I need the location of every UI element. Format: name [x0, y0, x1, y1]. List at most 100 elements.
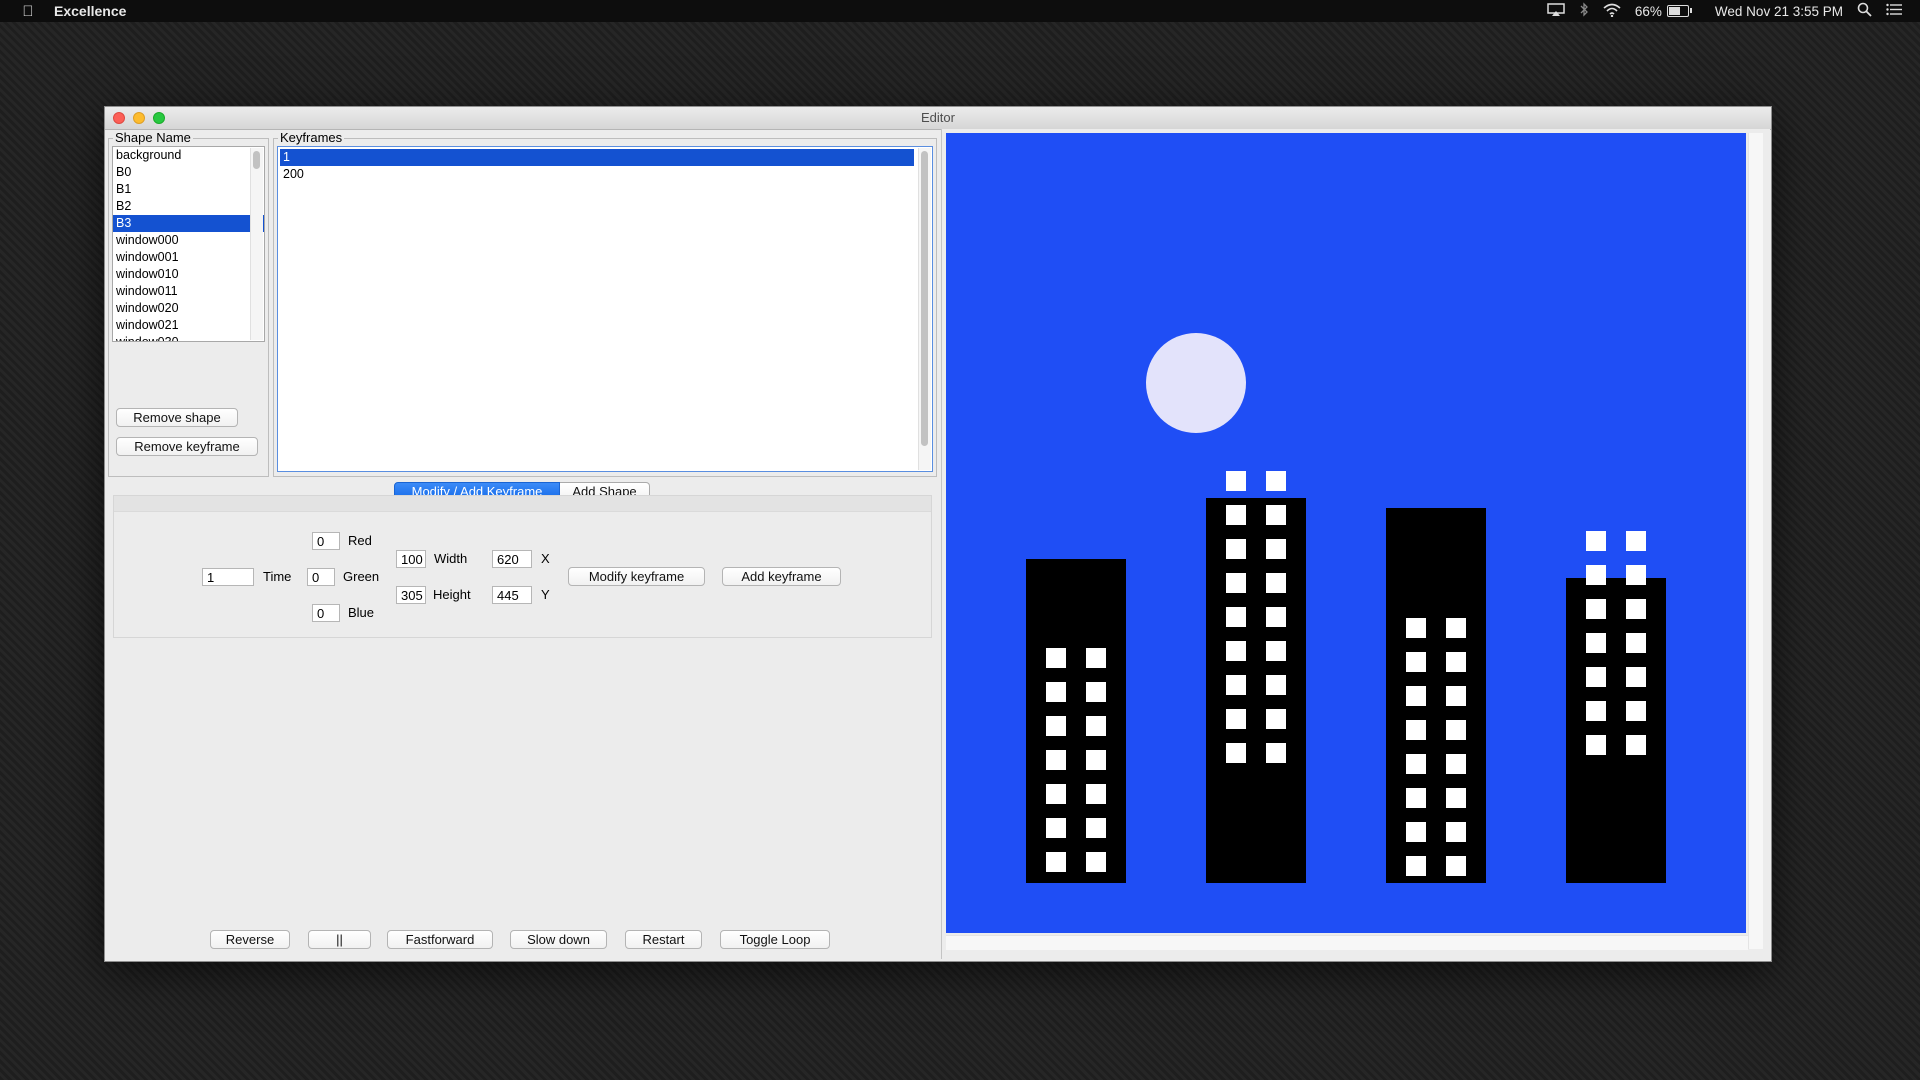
shape-list-scrollbar[interactable]	[250, 148, 263, 340]
building-window	[1046, 818, 1066, 838]
keyframe-list-scrollbar[interactable]	[918, 148, 931, 470]
animation-canvas-area	[941, 129, 1770, 959]
canvas-vertical-scrollbar[interactable]	[1748, 133, 1763, 949]
notification-center-icon[interactable]	[1886, 3, 1902, 19]
status-area: 66% Wed Nov 21 3:55 PM	[1547, 2, 1902, 20]
shape-list-item[interactable]: window010	[113, 266, 264, 283]
height-field[interactable]	[396, 586, 426, 604]
app-menu-name[interactable]: Excellence	[54, 3, 126, 19]
time-field[interactable]	[202, 568, 254, 586]
building-window	[1046, 648, 1066, 668]
keyframe-list-scroll-thumb[interactable]	[921, 151, 928, 446]
animation-canvas[interactable]	[946, 133, 1746, 933]
building-window	[1046, 852, 1066, 872]
width-field[interactable]	[396, 550, 426, 568]
y-field[interactable]	[492, 586, 532, 604]
x-field[interactable]	[492, 550, 532, 568]
building-window	[1226, 743, 1246, 763]
window-title: Editor	[921, 110, 955, 125]
close-window-button[interactable]	[113, 112, 125, 124]
building-window	[1626, 701, 1646, 721]
building-window	[1626, 565, 1646, 585]
building-window	[1266, 709, 1286, 729]
shape-list-item[interactable]: window021	[113, 317, 264, 334]
shape-list-item[interactable]: window030	[113, 334, 264, 341]
shape-list-item[interactable]: window020	[113, 300, 264, 317]
shape-list-item[interactable]: B2	[113, 198, 264, 215]
keyframe-list[interactable]: 1 200	[277, 146, 933, 472]
title-bar[interactable]: Editor	[105, 107, 1771, 130]
wifi-icon[interactable]	[1603, 3, 1621, 20]
spotlight-icon[interactable]	[1857, 2, 1872, 20]
building-window	[1046, 682, 1066, 702]
building-window	[1226, 505, 1246, 525]
toggle-loop-button[interactable]: Toggle Loop	[720, 930, 830, 949]
keyframe-list-item[interactable]: 200	[280, 166, 914, 183]
building-window	[1226, 573, 1246, 593]
building-window	[1406, 618, 1426, 638]
slow-down-button[interactable]: Slow down	[510, 930, 607, 949]
battery-status[interactable]: 66%	[1634, 3, 1692, 19]
building-window	[1046, 784, 1066, 804]
airplay-icon[interactable]	[1547, 2, 1565, 20]
zoom-window-button[interactable]	[153, 112, 165, 124]
building-window	[1266, 641, 1286, 661]
building-window	[1266, 743, 1286, 763]
building-window	[1266, 471, 1286, 491]
add-keyframe-button[interactable]: Add keyframe	[722, 567, 841, 586]
clock[interactable]: Wed Nov 21 3:55 PM	[1715, 4, 1843, 19]
building-window	[1226, 675, 1246, 695]
building-window	[1446, 720, 1466, 740]
shape-list[interactable]: background B0 B1 B2 B3 window000 window001 wind…	[112, 146, 265, 342]
canvas-horizontal-scrollbar[interactable]	[946, 935, 1748, 950]
shape-list-scroll-thumb[interactable]	[253, 151, 260, 169]
shape-list-item[interactable]: window000	[113, 232, 264, 249]
building-window	[1446, 652, 1466, 672]
reverse-button[interactable]: Reverse	[210, 930, 290, 949]
pause-button[interactable]: ||	[308, 930, 371, 949]
green-field[interactable]	[307, 568, 335, 586]
building-window	[1266, 505, 1286, 525]
building-window	[1086, 648, 1106, 668]
building-window	[1406, 822, 1426, 842]
red-field[interactable]	[312, 532, 340, 550]
x-label: X	[541, 551, 550, 566]
battery-icon	[1666, 5, 1692, 17]
shape-list-item[interactable]: B1	[113, 181, 264, 198]
shape-list-item[interactable]: background	[113, 147, 264, 164]
red-label: Red	[348, 533, 372, 548]
modify-keyframe-button[interactable]: Modify keyframe	[568, 567, 705, 586]
building-window	[1446, 822, 1466, 842]
building-window	[1406, 856, 1426, 876]
shape-list-item[interactable]: B0	[113, 164, 264, 181]
building-window	[1586, 531, 1606, 551]
bluetooth-icon[interactable]	[1579, 2, 1589, 20]
shape-name-legend: Shape Name	[113, 130, 193, 145]
building-window	[1406, 754, 1426, 774]
remove-shape-button[interactable]: Remove shape	[116, 408, 238, 427]
shape-list-item[interactable]: window001	[113, 249, 264, 266]
keyframe-list-item[interactable]: 1	[280, 149, 914, 166]
building-window	[1086, 784, 1106, 804]
building-window	[1266, 573, 1286, 593]
fastforward-button[interactable]: Fastforward	[387, 930, 493, 949]
restart-button[interactable]: Restart	[625, 930, 702, 949]
shape-list-item[interactable]: window011	[113, 283, 264, 300]
building-window	[1586, 735, 1606, 755]
building-window	[1406, 686, 1426, 706]
tab-content-header	[114, 496, 931, 512]
green-label: Green	[343, 569, 380, 584]
building-window	[1086, 716, 1106, 736]
battery-percent: 66%	[1634, 3, 1662, 19]
y-label: Y	[541, 587, 550, 602]
apple-icon[interactable]: 	[20, 3, 36, 20]
building-window	[1226, 471, 1246, 491]
blue-field[interactable]	[312, 604, 340, 622]
keyframes-legend: Keyframes	[278, 130, 345, 145]
building-window	[1046, 716, 1066, 736]
building-window	[1086, 682, 1106, 702]
remove-keyframe-button[interactable]: Remove keyframe	[116, 437, 258, 456]
shape-list-item[interactable]: B3	[113, 215, 264, 232]
minimize-window-button[interactable]	[133, 112, 145, 124]
time-label: Time	[263, 569, 292, 584]
